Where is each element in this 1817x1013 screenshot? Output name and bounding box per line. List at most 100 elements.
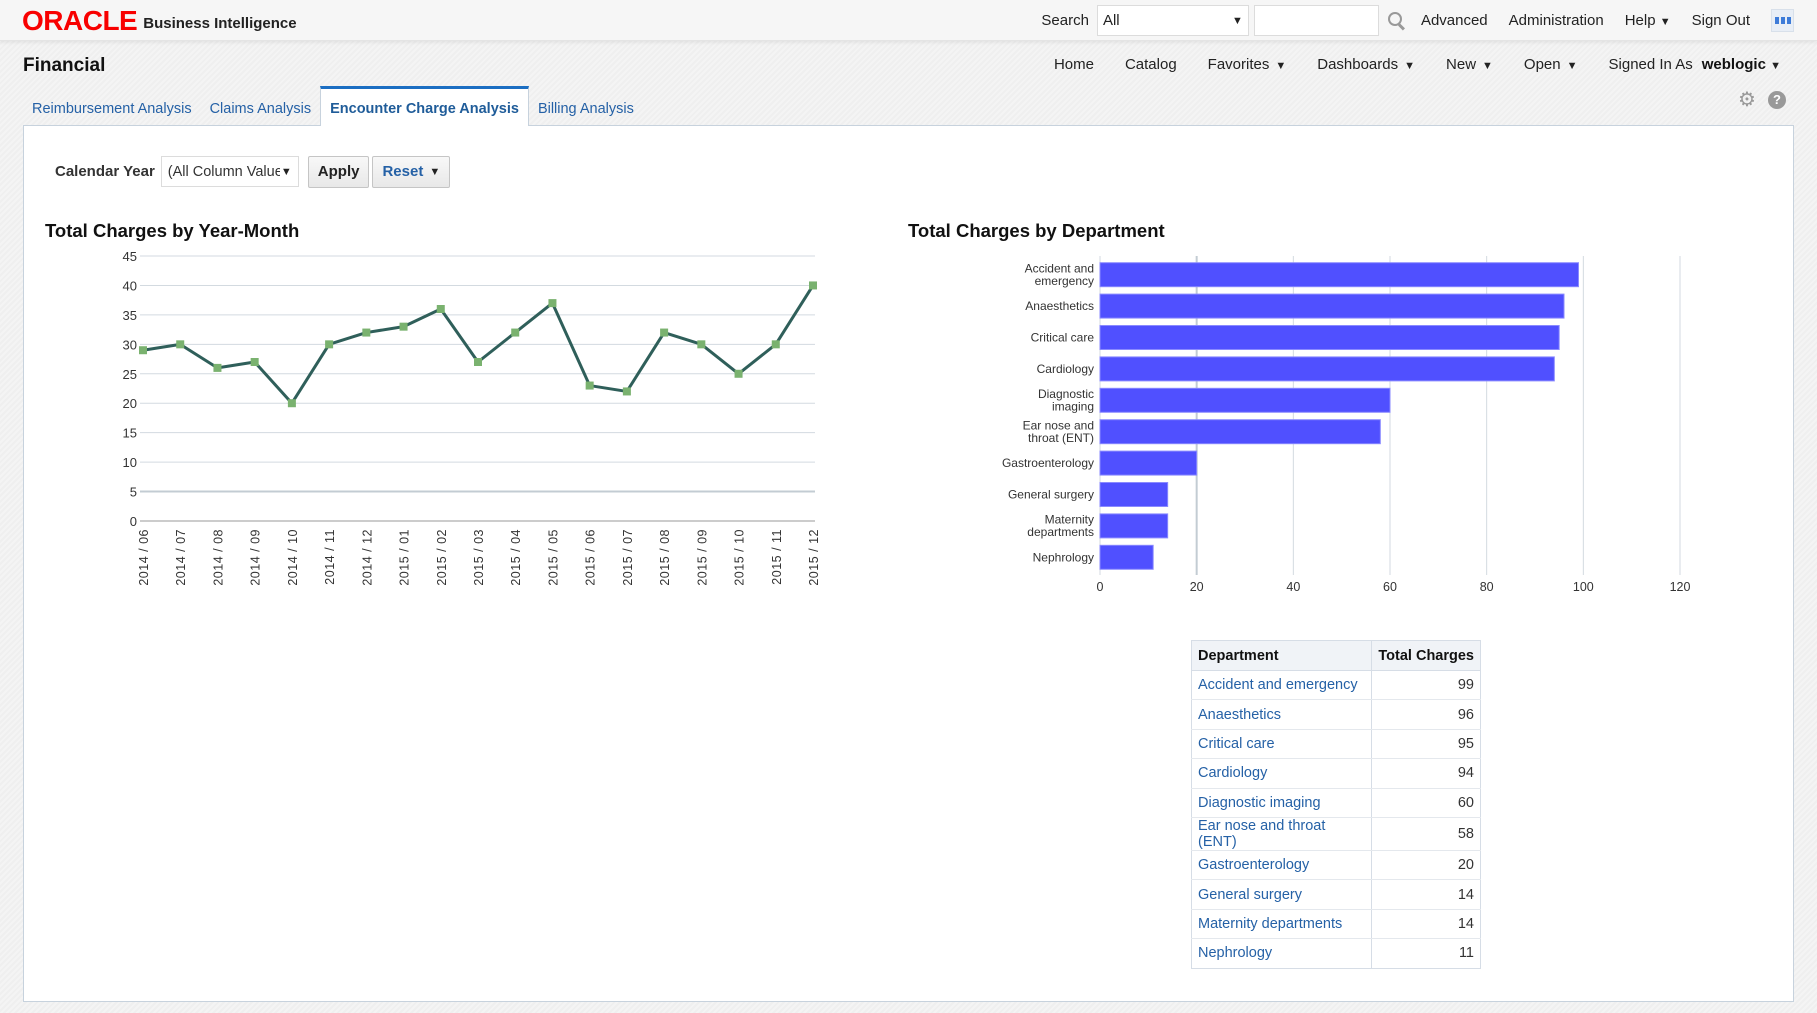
data-point-marker[interactable] (771, 340, 780, 349)
column-header-total-charges[interactable]: Total Charges (1371, 640, 1481, 671)
category-label: throat (ENT) (1028, 431, 1094, 445)
table-row: General surgery 14 (1191, 879, 1481, 910)
column-header-department[interactable]: Department (1191, 640, 1372, 671)
department-link[interactable]: Critical care (1191, 728, 1372, 760)
y-tick-label: 25 (123, 367, 137, 382)
x-tick-label: 2015 / 12 (807, 529, 821, 586)
bar[interactable] (1099, 356, 1555, 382)
total-charges-cell: 96 (1371, 699, 1481, 730)
total-charges-cell: 60 (1371, 787, 1481, 818)
x-tick-label: 100 (1573, 580, 1594, 594)
category-label: Gastroenterology (1002, 456, 1094, 470)
department-link[interactable]: Diagnostic imaging (1191, 787, 1372, 818)
total-charges-cell: 94 (1371, 758, 1481, 789)
data-point-marker[interactable] (622, 387, 631, 396)
department-link[interactable]: General surgery (1191, 879, 1372, 910)
data-point-marker[interactable] (325, 340, 334, 349)
x-tick-label: 2014 / 10 (286, 529, 300, 586)
y-tick-label: 35 (123, 308, 137, 323)
data-point-marker[interactable] (511, 328, 520, 337)
bar[interactable] (1099, 325, 1560, 350)
x-tick-label: 2014 / 07 (174, 529, 188, 586)
x-tick-label: 2015 / 05 (546, 529, 560, 586)
department-link[interactable]: Nephrology (1191, 938, 1372, 969)
bar[interactable] (1099, 262, 1579, 288)
tab-encounter-charge-analysis[interactable]: Encounter Charge Analysis (320, 86, 529, 126)
bar[interactable] (1099, 482, 1169, 507)
data-point-marker[interactable] (474, 358, 482, 366)
data-point-marker[interactable] (139, 346, 147, 355)
bar[interactable] (1099, 293, 1565, 319)
x-tick-label: 2015 / 07 (621, 529, 635, 586)
y-tick-label: 5 (130, 485, 137, 500)
data-point-marker[interactable] (697, 340, 706, 349)
department-link[interactable]: Gastroenterology (1191, 849, 1372, 881)
category-label: Critical care (1031, 331, 1095, 345)
data-point-marker[interactable] (734, 369, 743, 378)
x-tick-label: 120 (1670, 580, 1691, 594)
category-label: General surgery (1008, 488, 1094, 502)
data-point-marker[interactable] (660, 328, 669, 337)
department-link[interactable]: Maternity departments (1191, 908, 1372, 940)
x-tick-label: 20 (1190, 580, 1204, 594)
department-charges-table: Department Total Charges Accident and em… (1191, 640, 1481, 969)
x-tick-label: 40 (1286, 580, 1300, 594)
data-point-marker[interactable] (585, 381, 594, 390)
bar[interactable] (1099, 419, 1381, 445)
x-tick-label: 2014 / 12 (360, 529, 374, 586)
table-row: Maternity departments 14 (1191, 908, 1481, 940)
y-tick-label: 15 (123, 426, 137, 441)
x-tick-label: 60 (1383, 580, 1397, 594)
department-link[interactable]: Ear nose and throat (ENT) (1191, 816, 1372, 851)
bar[interactable] (1099, 513, 1169, 539)
category-label: departments (1027, 525, 1094, 539)
data-point-marker[interactable] (250, 358, 259, 366)
x-tick-label: 0 (1097, 580, 1104, 594)
department-link[interactable]: Anaesthetics (1191, 699, 1372, 730)
data-point-marker[interactable] (287, 399, 296, 408)
total-charges-cell: 14 (1371, 908, 1481, 940)
y-tick-label: 10 (123, 455, 137, 470)
table-row: Nephrology 11 (1191, 938, 1481, 969)
total-charges-cell: 95 (1371, 728, 1481, 760)
data-point-marker[interactable] (399, 322, 408, 331)
table-row: Gastroenterology 20 (1191, 849, 1481, 881)
x-tick-label: 2015 / 11 (770, 529, 784, 585)
table-row: Critical care 95 (1191, 728, 1481, 760)
category-label: Anaesthetics (1025, 299, 1094, 313)
x-tick-label: 2014 / 06 (137, 529, 151, 586)
data-point-marker[interactable] (362, 328, 371, 337)
table-row: Cardiology 94 (1191, 758, 1481, 789)
table-row: Diagnostic imaging 60 (1191, 787, 1481, 818)
x-tick-label: 2015 / 10 (733, 529, 747, 586)
category-label: emergency (1035, 274, 1094, 288)
x-tick-label: 2015 / 02 (435, 529, 449, 586)
department-link[interactable]: Cardiology (1191, 758, 1372, 789)
total-charges-cell: 99 (1371, 669, 1481, 701)
bar-chart: 0 20 40 60 80 100 120Accident andemergencyAnae… (1002, 256, 1691, 594)
data-point-marker[interactable] (436, 305, 445, 313)
bar[interactable] (1099, 450, 1198, 476)
table-header-row: Department Total Charges (1191, 640, 1481, 671)
category-label: imaging (1052, 400, 1094, 414)
data-point-marker[interactable] (176, 340, 185, 349)
data-point-marker[interactable] (213, 363, 222, 372)
data-point-marker[interactable] (809, 281, 817, 290)
x-tick-label: 2015 / 09 (695, 529, 709, 586)
x-tick-label: 2015 / 03 (472, 529, 486, 586)
y-tick-label: 20 (123, 396, 137, 411)
total-charges-cell: 14 (1371, 879, 1481, 910)
x-tick-label: 2014 / 09 (249, 529, 263, 586)
x-tick-label: 2015 / 08 (658, 529, 672, 586)
x-tick-label: 2015 / 04 (509, 529, 523, 586)
table-row: Anaesthetics 96 (1191, 699, 1481, 730)
y-tick-label: 30 (123, 337, 137, 352)
category-label: Cardiology (1037, 362, 1094, 376)
department-link[interactable]: Accident and emergency (1191, 669, 1372, 701)
table-row: Ear nose and throat (ENT) 58 (1191, 816, 1481, 851)
bar[interactable] (1099, 544, 1154, 570)
category-label: Nephrology (1033, 550, 1094, 564)
bar[interactable] (1099, 387, 1391, 413)
x-tick-label: 2014 / 11 (323, 529, 337, 585)
data-point-marker[interactable] (548, 299, 557, 308)
